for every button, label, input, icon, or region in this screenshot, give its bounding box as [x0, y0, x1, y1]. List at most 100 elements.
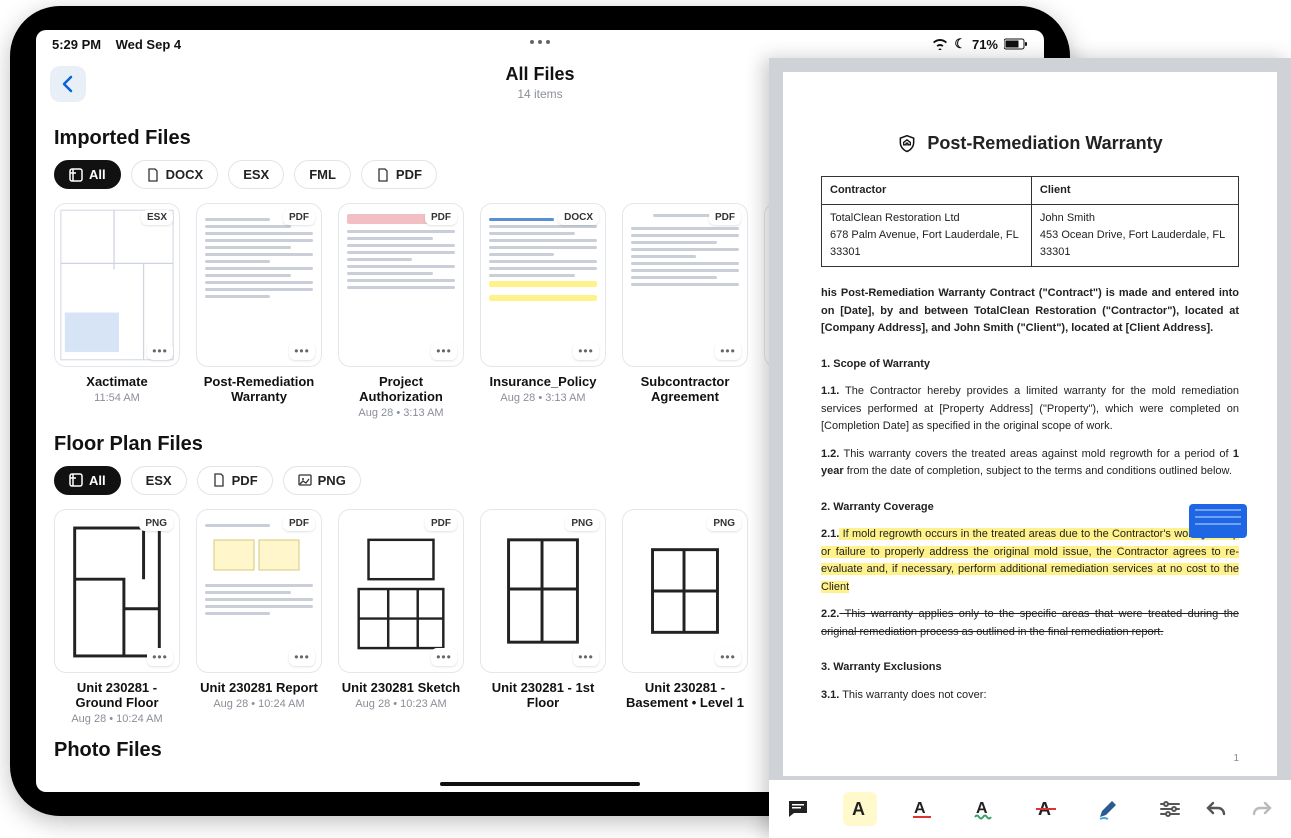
strikethrough-text[interactable]: This warranty applies only to the specif… [821, 608, 1239, 638]
undo-tool[interactable] [1199, 792, 1233, 826]
file-title: Unit 230281 - Ground Floor [54, 681, 180, 711]
file-card[interactable]: PNG ••• Unit 230281 - 1st Floor [480, 509, 606, 725]
comment-tool[interactable] [781, 792, 815, 826]
home-indicator[interactable] [440, 782, 640, 786]
client-name: John Smith [1040, 210, 1230, 227]
file-title: Unit 230281 Sketch [338, 681, 464, 696]
document-panel: Post-Remediation Warranty Contractor Cli… [769, 58, 1291, 838]
filter-pdf[interactable]: PDF [197, 466, 273, 495]
svg-text:A: A [852, 799, 865, 819]
status-right: ☾ 71% [932, 36, 1028, 52]
file-title: Project Authorization [338, 375, 464, 405]
file-thumbnail[interactable]: PDF ••• [338, 203, 464, 367]
file-overflow[interactable]: ••• [715, 648, 741, 666]
table-header-client: Client [1031, 176, 1238, 204]
file-badge: DOCX [558, 210, 599, 225]
doc-intro: his Post-Remediation Warranty Contract (… [821, 285, 1239, 338]
file-card[interactable]: PNG ••• Unit 230281 - Ground Floor Aug 2… [54, 509, 180, 725]
back-button[interactable] [50, 66, 86, 102]
underline-tool[interactable]: A [905, 792, 939, 826]
clause-1-2: 1.2. This warranty covers the treated ar… [821, 446, 1239, 481]
file-overflow[interactable]: ••• [573, 342, 599, 360]
file-card[interactable]: DOCX ••• Insurance_Policy Aug 28 • 3:13 … [480, 203, 606, 419]
filter-esx[interactable]: ESX [131, 466, 187, 495]
file-overflow[interactable]: ••• [289, 342, 315, 360]
file-card[interactable]: ESX ••• Xactimate 11:54 AM [54, 203, 180, 419]
filter-esx[interactable]: ESX [228, 160, 284, 189]
file-card[interactable]: PDF ••• Subcontractor Agreement [622, 203, 748, 419]
filter-all-icon [69, 168, 83, 182]
document-page[interactable]: Post-Remediation Warranty Contractor Cli… [783, 72, 1277, 776]
document-heading-text: Post-Remediation Warranty [927, 130, 1162, 158]
file-badge: PNG [139, 516, 173, 531]
sec-1: 1. Scope of Warranty [821, 356, 1239, 373]
image-icon [298, 473, 312, 487]
file-card[interactable]: PDF ••• Unit 230281 Sketch Aug 28 • 10:2… [338, 509, 464, 725]
highlight-tool[interactable]: A [843, 792, 877, 826]
file-overflow[interactable]: ••• [147, 342, 173, 360]
filter-pdf[interactable]: PDF [361, 160, 437, 189]
file-thumbnail[interactable]: ESX ••• [54, 203, 180, 367]
file-overflow[interactable]: ••• [289, 648, 315, 666]
file-card[interactable]: PDF ••• Unit 230281 Report Aug 28 • 10:2… [196, 509, 322, 725]
file-card[interactable]: PNG ••• Unit 230281 - Basement • Level 1 [622, 509, 748, 725]
file-overflow[interactable]: ••• [431, 648, 457, 666]
status-left: 5:29 PM Wed Sep 4 [52, 37, 181, 52]
filter-all[interactable]: All [54, 160, 121, 189]
strikethrough-tool[interactable]: A [1029, 792, 1063, 826]
clause-2-1: 2.1. If mold regrowth occurs in the trea… [821, 526, 1239, 596]
filter-all-label: All [89, 473, 106, 488]
file-card[interactable]: PDF ••• Project Authorization Aug 28 • 3… [338, 203, 464, 419]
file-icon [146, 168, 160, 182]
filter-fml[interactable]: FML [294, 160, 351, 189]
filter-all-icon [69, 473, 83, 487]
file-thumbnail[interactable]: PDF ••• [622, 203, 748, 367]
file-overflow[interactable]: ••• [715, 342, 741, 360]
highlighted-text[interactable]: If mold regrowth occurs in the treated a… [821, 528, 1239, 593]
file-thumbnail[interactable]: PNG ••• [622, 509, 748, 673]
annotation-toolbar: A A A A [769, 780, 1291, 838]
filter-pdf-label: PDF [396, 167, 422, 182]
file-overflow[interactable]: ••• [573, 648, 599, 666]
document-heading: Post-Remediation Warranty [821, 130, 1239, 158]
filter-docx-label: DOCX [166, 167, 204, 182]
file-title: Insurance_Policy [480, 375, 606, 390]
clause-1-1: 1.1. The Contractor hereby provides a li… [821, 383, 1239, 436]
filter-png-label: PNG [318, 473, 346, 488]
svg-text:A: A [976, 800, 988, 817]
file-card[interactable]: PDF ••• Post-Remediation Warranty [196, 203, 322, 419]
table-header-contractor: Contractor [822, 176, 1032, 204]
battery-icon [1004, 38, 1028, 50]
file-badge: PDF [283, 210, 315, 225]
draw-tool[interactable] [1091, 792, 1125, 826]
file-subtitle: 11:54 AM [54, 392, 180, 404]
file-badge: PNG [707, 516, 741, 531]
squiggly-tool[interactable]: A [967, 792, 1001, 826]
file-thumbnail[interactable]: PNG ••• [54, 509, 180, 673]
file-thumbnail[interactable]: PDF ••• [196, 203, 322, 367]
filter-fml-label: FML [309, 167, 336, 182]
file-badge: PDF [425, 516, 457, 531]
file-icon [376, 168, 390, 182]
filter-docx[interactable]: DOCX [131, 160, 219, 189]
filter-pdf-label: PDF [232, 473, 258, 488]
file-thumbnail[interactable]: PDF ••• [338, 509, 464, 673]
file-title: Post-Remediation Warranty [196, 375, 322, 405]
filter-png[interactable]: PNG [283, 466, 361, 495]
comment-marker-icon[interactable] [1189, 504, 1247, 538]
file-badge: PNG [565, 516, 599, 531]
settings-tool[interactable] [1153, 792, 1187, 826]
filter-all-label: All [89, 167, 106, 182]
file-overflow[interactable]: ••• [431, 342, 457, 360]
camera-dots [530, 40, 550, 44]
redo-tool[interactable] [1245, 792, 1279, 826]
filter-all[interactable]: All [54, 466, 121, 495]
file-thumbnail[interactable]: PDF ••• [196, 509, 322, 673]
svg-text:A: A [914, 800, 926, 817]
sec-2: 2. Warranty Coverage [821, 499, 1239, 516]
file-thumbnail[interactable]: PNG ••• [480, 509, 606, 673]
file-overflow[interactable]: ••• [147, 648, 173, 666]
file-thumbnail[interactable]: DOCX ••• [480, 203, 606, 367]
shield-home-icon [897, 134, 917, 154]
chevron-left-icon [61, 75, 75, 93]
